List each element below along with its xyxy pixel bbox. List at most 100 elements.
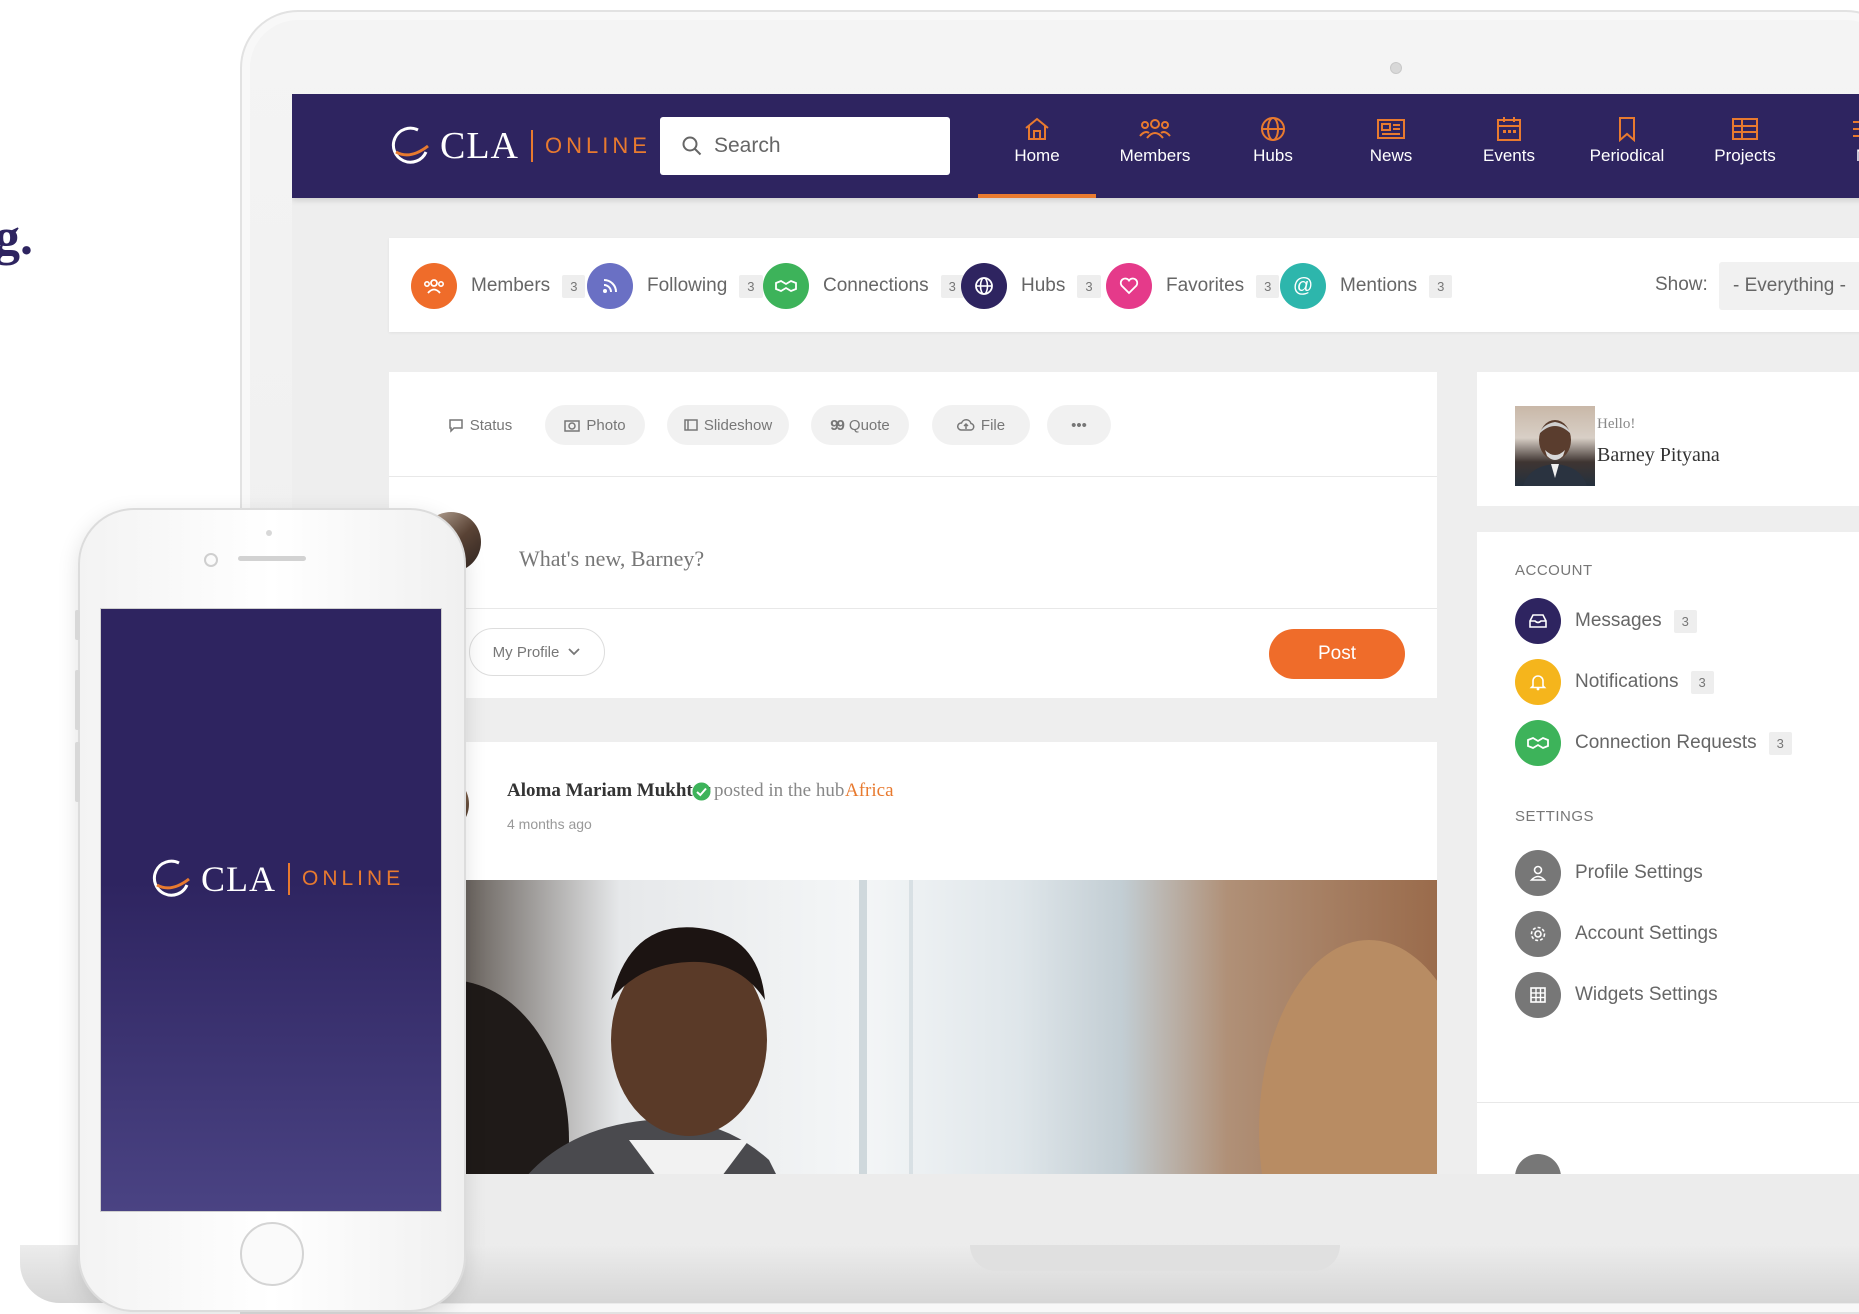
filter-mentions[interactable]: @ Mentions 3: [1280, 263, 1453, 309]
filter-favorites[interactable]: Favorites 3: [1106, 263, 1280, 309]
show-filter-select[interactable]: - Everything -: [1719, 262, 1859, 310]
activity-post-card: Aloma Mariam Mukhtar posted in the hub A…: [389, 742, 1437, 1174]
handshake-icon: [1515, 720, 1561, 766]
show-label: Show:: [1655, 274, 1708, 295]
post-type-label: Slideshow: [703, 416, 773, 434]
filter-label: Members: [471, 275, 551, 296]
bookmark-icon: [1619, 117, 1635, 142]
filter-label: Mentions: [1340, 275, 1418, 296]
handshake-icon: [763, 263, 809, 309]
post-type-label: Status: [469, 416, 513, 434]
post-type-label: Quote: [848, 416, 890, 434]
nav-label: Events: [1483, 146, 1535, 165]
logo-swoosh-icon: [152, 859, 190, 897]
post-photo[interactable]: [389, 880, 1437, 1174]
sidebar-item-count: 3: [1673, 609, 1697, 633]
search-input[interactable]: [712, 133, 946, 159]
nav-item-hubs[interactable]: Hubs: [1214, 116, 1332, 166]
chat-bubble-icon: [448, 419, 463, 433]
nav-item-events[interactable]: Events: [1450, 116, 1568, 166]
sidebar-item-label: Widgets Settings: [1575, 984, 1718, 1005]
gear-icon: [1515, 911, 1561, 957]
home-icon: [1025, 117, 1049, 140]
partial-menu-icon: [1515, 1154, 1561, 1174]
chevron-down-icon: [568, 648, 580, 656]
cla-online-logo[interactable]: CLA ONLINE: [388, 124, 651, 168]
sidebar-item-label: Messages: [1575, 610, 1662, 631]
phone-logo-product: ONLINE: [302, 867, 405, 890]
calendar-icon: [1497, 117, 1521, 141]
nav-item-news[interactable]: News: [1332, 116, 1450, 166]
post-in-value: My Profile: [492, 643, 560, 661]
portrait-illustration: [1523, 420, 1587, 486]
nav-active-indicator: [978, 194, 1096, 198]
post-type-slideshow[interactable]: Slideshow: [667, 405, 789, 445]
hub-link-africa[interactable]: Africa: [845, 780, 894, 802]
nav-item-periodical[interactable]: Periodical: [1568, 116, 1686, 166]
nav-label: Members: [1119, 146, 1191, 165]
user-name[interactable]: Barney Pityana: [1597, 444, 1720, 467]
sidebar-item-label: Profile Settings: [1575, 862, 1703, 883]
filter-hubs[interactable]: Hubs 3: [961, 263, 1101, 309]
filter-label: Connections: [823, 275, 929, 296]
filter-following[interactable]: Following 3: [587, 263, 763, 309]
nav-item-members[interactable]: Members: [1096, 116, 1214, 166]
post-type-file[interactable]: File: [932, 405, 1030, 445]
camera-icon: [564, 420, 581, 432]
nav-item-home[interactable]: Home: [978, 116, 1096, 166]
verified-icon: [692, 782, 711, 801]
user-avatar[interactable]: [1515, 406, 1595, 486]
post-button[interactable]: Post: [1269, 629, 1405, 679]
activity-filter-bar: Members 3 Following 3 Connections 3 Hubs…: [389, 238, 1859, 332]
filter-label: Favorites: [1166, 275, 1245, 296]
sidebar-item-messages[interactable]: Messages 3: [1515, 598, 1697, 644]
sidebar-item-label: Connection Requests: [1575, 732, 1757, 753]
nav-item-more[interactable]: M: [1804, 116, 1859, 166]
sidebar-item-account-settings[interactable]: Account Settings: [1515, 911, 1718, 957]
composer-divider: [389, 608, 1437, 609]
filter-members[interactable]: Members 3: [411, 263, 586, 309]
post-action-text: posted in the hub: [714, 780, 845, 801]
filter-count: 3: [739, 274, 763, 298]
post-composer: Status Photo Slideshow 99 Quote File •••…: [389, 372, 1437, 698]
sidebar-item-label: Account Settings: [1575, 923, 1718, 944]
search-box[interactable]: [660, 117, 950, 175]
sidebar-item-widgets-settings[interactable]: Widgets Settings: [1515, 972, 1718, 1018]
heart-icon: [1106, 263, 1152, 309]
post-in-select[interactable]: My Profile: [469, 628, 605, 676]
sidebar-item-notifications[interactable]: Notifications 3: [1515, 659, 1714, 705]
filter-count: 3: [1077, 274, 1101, 298]
more-post-types-button[interactable]: •••: [1047, 405, 1111, 445]
post-type-quote[interactable]: 99 Quote: [811, 405, 909, 445]
cloud-upload-icon: [956, 419, 975, 431]
grid-icon: [1515, 972, 1561, 1018]
sidebar-item-count: 3: [1768, 731, 1792, 755]
phone-cla-logo: CLA ONLINE: [149, 857, 404, 901]
laptop-base-notch: [970, 1245, 1340, 1271]
rss-icon: [587, 263, 633, 309]
filter-connections[interactable]: Connections 3: [763, 263, 964, 309]
phone-splash-screen: CLA ONLINE: [100, 608, 442, 1212]
tagline-fragment: g.: [0, 209, 33, 266]
post-author-name[interactable]: Aloma Mariam Mukhtar: [507, 780, 711, 802]
whats-new-input[interactable]: What's new, Barney?: [519, 546, 704, 572]
phone-camera: [204, 553, 218, 567]
sidebar-item-profile-settings[interactable]: Profile Settings: [1515, 850, 1703, 896]
nav-label: Periodical: [1589, 146, 1665, 165]
phone-home-button[interactable]: [240, 1222, 304, 1286]
nav-item-projects[interactable]: Projects: [1686, 116, 1804, 166]
post-timestamp: 4 months ago: [507, 816, 592, 832]
news-icon: [1377, 119, 1405, 139]
post-type-label: File: [980, 416, 1006, 434]
nav-label: Projects: [1714, 146, 1776, 165]
laptop-camera: [1390, 62, 1402, 74]
bell-icon: [1515, 659, 1561, 705]
account-section-title: ACCOUNT: [1515, 562, 1593, 579]
members-icon: [1139, 119, 1171, 139]
filter-label: Following: [647, 275, 728, 296]
filter-count: 3: [562, 274, 586, 298]
post-type-photo[interactable]: Photo: [545, 405, 645, 445]
post-type-status[interactable]: Status: [425, 405, 535, 445]
phone-logo-brand: CLA: [201, 859, 276, 899]
sidebar-item-connection-requests[interactable]: Connection Requests 3: [1515, 720, 1792, 766]
